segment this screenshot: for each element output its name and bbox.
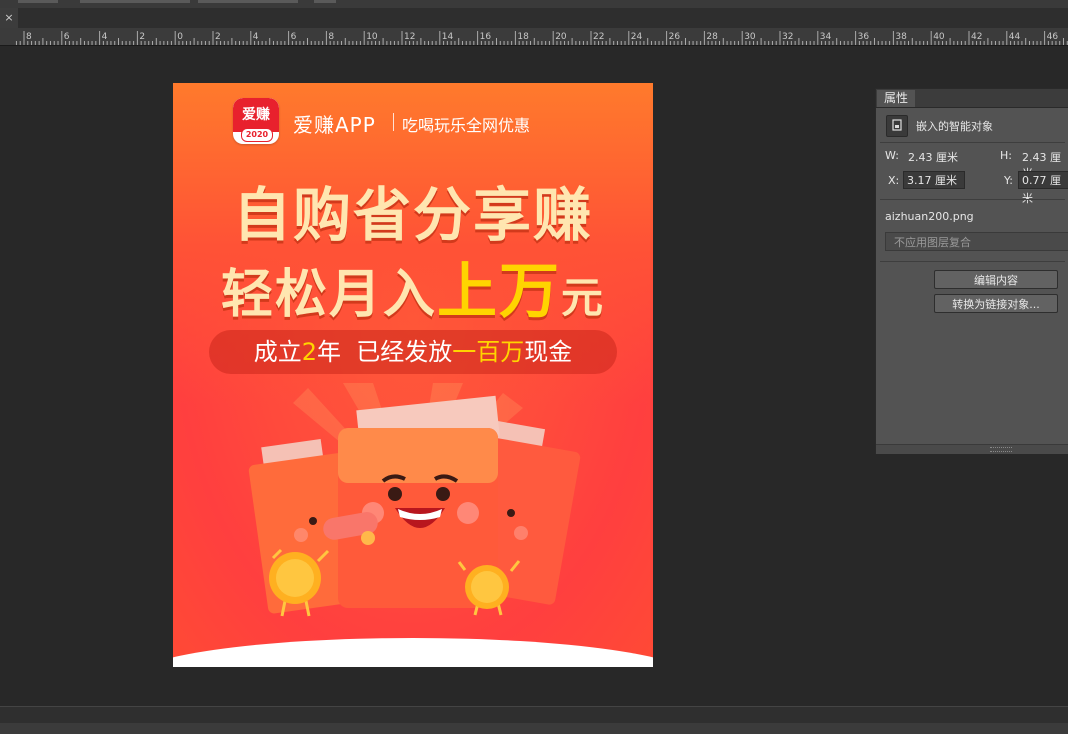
ruler-label: 22 [593,32,604,42]
ruler-label: 4 [102,32,108,42]
y-label: Y: [1004,174,1013,187]
smart-object-icon [886,115,908,137]
ruler-label: 8 [26,32,32,42]
x-label: X: [888,174,900,187]
ruler-label: 18 [517,32,529,42]
poster-artwork[interactable]: 爱赚 2020 爱赚APP 吃喝玩乐全网优惠 自购省分享赚 轻松月入上万元 成立… [173,83,653,667]
ruler-label: 20 [555,32,567,42]
ruler-label: 30 [744,32,756,42]
ruler-label: 40 [933,32,945,42]
ruler-label: 38 [895,32,907,42]
panel-resize-grip[interactable] [876,444,1068,454]
ruler-label: 24 [631,32,643,42]
width-value[interactable]: 2.43 厘米 [908,149,958,165]
ruler-label: 12 [404,32,415,42]
ruler-label: 4 [253,32,259,42]
ruler-ticks: 8 6 4 2 0 2 4 6 8 10 12 14 16 18 20 22 24 26 28 30 32 34 36 38 4… [15,31,1068,45]
ruler-label: 10 [366,32,378,42]
ruler-label: 46 [1047,32,1059,42]
ruler-label: 0 [177,32,183,42]
smart-object-glyph [892,119,902,131]
ruler-label: 2 [215,32,221,42]
linked-filename: aizhuan200.png [885,210,974,223]
ruler-label: 2 [139,32,145,42]
red-envelope-illustration [248,383,581,617]
layer-comp-select[interactable]: 不应用图层复合 [885,232,1068,251]
y-position-field[interactable]: 0.77 厘米 [1018,171,1068,205]
ruler-label: 8 [328,32,334,42]
ruler-label: 32 [782,32,793,42]
ruler-label: 6 [291,32,297,42]
horizontal-ruler[interactable]: 8 6 4 2 0 2 4 6 8 10 12 14 16 18 20 22 24 26 28 30 32 34 36 38 4… [0,28,1068,46]
height-label: H: [1000,149,1012,162]
options-field[interactable] [314,0,336,3]
options-field[interactable] [18,0,58,3]
ruler-label: 44 [1009,32,1021,42]
status-bar-track[interactable] [0,723,1068,734]
properties-tab-bar: 属性 [876,89,1068,108]
tab-properties[interactable]: 属性 [877,90,915,107]
ruler-label: 36 [858,32,870,42]
ruler-label: 42 [971,32,982,42]
properties-panel: 属性 嵌入的智能对象 W: 2.43 厘米 H: 2.43 厘米 X: 3.17… [875,88,1068,454]
convert-to-linked-button[interactable]: 转换为链接对象... [934,294,1058,313]
edit-contents-button[interactable]: 编辑内容 [934,270,1058,289]
x-position-field[interactable]: 3.17 厘米 [903,171,965,189]
ruler-label: 26 [669,32,681,42]
panel-divider [880,199,1065,200]
grip-dots [990,447,1012,452]
panel-divider [880,261,1065,262]
options-field[interactable] [80,0,190,3]
object-type-label: 嵌入的智能对象 [916,120,993,133]
panel-divider [880,142,1065,143]
bottom-status-bar [0,706,1068,734]
options-field[interactable] [198,0,298,3]
close-tab-icon[interactable]: × [0,8,18,28]
ruler-label: 16 [480,32,492,42]
ruler-label: 34 [820,32,832,42]
ruler-label: 14 [442,32,454,42]
ruler-label: 6 [64,32,70,42]
top-options-strip [0,0,1068,8]
width-label: W: [885,149,899,162]
document-tab-bar: × [0,8,1068,29]
ruler-label: 28 [706,32,718,42]
